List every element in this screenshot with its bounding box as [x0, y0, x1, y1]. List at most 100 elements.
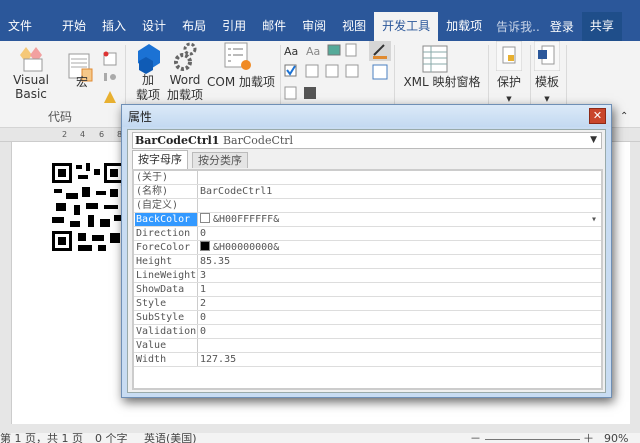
macro-tools-icons[interactable] — [103, 51, 117, 113]
property-row[interactable]: SubStyle 0 — [134, 311, 601, 325]
properties-dialog: 属性 ✕ BarCodeCtrl1 BarCodeCtrl ▼ 按字母序 按分类序 … — [121, 104, 612, 398]
dialog-title: 属性 — [128, 110, 153, 124]
object-selector[interactable]: BarCodeCtrl1 BarCodeCtrl ▼ — [132, 132, 602, 149]
visual-basic-icon — [20, 47, 43, 72]
property-row[interactable]: LineWeight 3 — [134, 269, 601, 283]
property-value-text: 1 — [200, 284, 207, 295]
dropdown-arrow-icon[interactable]: ▾ — [591, 213, 597, 226]
chevron-down-icon: ▼ — [590, 135, 597, 145]
design-mode-icons[interactable] — [369, 41, 393, 101]
property-grid: (关于) (名称) BarCodeCtrl1 (自定义) BackColor &H00FF… — [132, 169, 603, 390]
close-button[interactable]: ✕ — [589, 108, 606, 124]
property-name: Validation — [136, 325, 198, 338]
property-value[interactable]: 3 — [200, 269, 206, 282]
com-addins-button[interactable]: COM 加载项 — [206, 73, 276, 90]
property-name: (名称) — [135, 185, 198, 198]
template-button[interactable]: 模板 ▼ — [530, 73, 564, 104]
tab-9[interactable]: 开发工具 — [374, 12, 439, 41]
property-value-text: 0 — [200, 312, 207, 323]
tab-7[interactable]: 审阅 — [294, 12, 334, 41]
property-value[interactable]: &H00FFFFFF& — [200, 213, 279, 226]
controls-icons[interactable]: Aa Aa — [284, 43, 362, 101]
property-value[interactable]: 0 — [200, 311, 206, 324]
tab-4[interactable]: 布局 — [174, 12, 214, 41]
share-button[interactable]: 共享 — [581, 12, 622, 41]
property-value[interactable]: 85.35 — [200, 255, 230, 268]
property-value[interactable]: BarCodeCtrl1 — [200, 185, 272, 198]
property-row[interactable]: (自定义) — [134, 199, 601, 213]
gear-icon — [174, 42, 197, 71]
word-count[interactable]: 0 个字 — [95, 433, 128, 443]
property-row[interactable]: Validation 0 — [134, 325, 601, 339]
window-title-bar — [0, 0, 640, 12]
word-addins-button[interactable]: Word 加载项 — [164, 73, 206, 103]
ribbon-tabs: 文件 开始 插入 设计 布局 引用 邮件 审阅 视图 开发工具 加载项 告诉我.. 登录 共享 — [0, 12, 640, 41]
tab-8[interactable]: 视图 — [334, 12, 374, 41]
property-value-text: 2 — [200, 298, 207, 309]
ruler-tick: 6 — [99, 130, 105, 139]
property-name: ShowData — [135, 283, 198, 296]
property-name: Value — [135, 339, 198, 352]
collapse-ribbon-icon[interactable]: ⌃ — [620, 111, 628, 122]
property-value-text: 0 — [200, 228, 207, 239]
tab-2[interactable]: 插入 — [94, 12, 134, 41]
page-count[interactable]: 第 1 页，共 1 页 — [0, 433, 83, 443]
group-label-code: 代码 — [47, 110, 72, 124]
property-name: Direction — [135, 227, 198, 240]
property-row[interactable]: Width 127.35 — [134, 353, 601, 367]
xml-mapping-icon — [422, 45, 448, 73]
property-row[interactable]: Value — [134, 339, 601, 353]
zoom-level[interactable]: 90% — [604, 433, 628, 443]
property-name: LineWeight — [136, 269, 198, 282]
qr-code-barcode[interactable] — [52, 163, 124, 251]
svg-text:Aa: Aa — [306, 45, 320, 58]
property-row[interactable]: (关于) — [134, 171, 601, 185]
property-row[interactable]: Height 85.35 — [134, 255, 601, 269]
tab-10[interactable]: 加载项 — [438, 12, 490, 41]
tab-6[interactable]: 邮件 — [254, 12, 294, 41]
tab-alphabetic[interactable]: 按字母序 — [132, 150, 188, 169]
property-name: Style — [135, 297, 198, 310]
protect-button[interactable]: 保护 ▼ — [490, 73, 528, 104]
property-row[interactable]: BackColor &H00FFFFFF& ▾ — [134, 213, 601, 227]
property-row[interactable]: Style 2 — [134, 297, 601, 311]
tab-0[interactable]: 文件 — [0, 12, 54, 41]
addins-label-1: 加 — [141, 73, 154, 87]
addins-label-2: 载项 — [135, 88, 160, 102]
property-value[interactable]: &H00000000& — [200, 241, 279, 254]
addins-button[interactable]: 加载项 — [134, 73, 162, 103]
login-button[interactable]: 登录 — [550, 18, 574, 35]
vertical-ruler — [0, 142, 12, 424]
dialog-title-bar[interactable]: 属性 ✕ — [122, 105, 611, 127]
addins-icon — [138, 44, 160, 74]
object-name: BarCodeCtrl1 — [135, 134, 220, 147]
word-addins-label-1: Word — [169, 73, 201, 87]
svg-text:Aa: Aa — [284, 45, 298, 58]
ruler-tick: 4 — [80, 130, 86, 139]
tab-5[interactable]: 引用 — [214, 12, 254, 41]
lock-document-icon — [496, 41, 522, 71]
xml-mapping-pane-button[interactable]: XML 映射窗格 — [400, 73, 484, 90]
com-addins-icon — [224, 42, 251, 70]
property-value[interactable]: 0 — [200, 325, 206, 338]
tab-1[interactable]: 开始 — [54, 12, 94, 41]
property-row[interactable]: ForeColor &H00000000& — [134, 241, 601, 255]
tab-categorized[interactable]: 按分类序 — [192, 152, 248, 168]
tell-me-search[interactable]: 告诉我.. — [496, 18, 540, 35]
property-row[interactable]: ShowData 1 — [134, 283, 601, 297]
property-value[interactable]: 2 — [200, 297, 206, 310]
tab-3[interactable]: 设计 — [134, 12, 174, 41]
property-value-text: 127.35 — [200, 354, 237, 365]
property-value-text: &H00000000& — [213, 242, 280, 253]
property-name: (关于) — [135, 171, 198, 184]
macro-button[interactable]: 宏 — [70, 73, 94, 90]
language[interactable]: 英语(美国) — [144, 433, 197, 443]
visual-basic-button[interactable]: Visual Basic — [0, 73, 62, 101]
property-value[interactable]: 127.35 — [200, 353, 236, 366]
property-value[interactable]: 0 — [200, 227, 206, 240]
property-value-text: 3 — [200, 270, 207, 281]
property-name: BackColor — [135, 213, 198, 226]
property-value[interactable]: 1 — [200, 283, 206, 296]
property-row[interactable]: Direction 0 — [134, 227, 601, 241]
property-row[interactable]: (名称) BarCodeCtrl1 — [134, 185, 601, 199]
